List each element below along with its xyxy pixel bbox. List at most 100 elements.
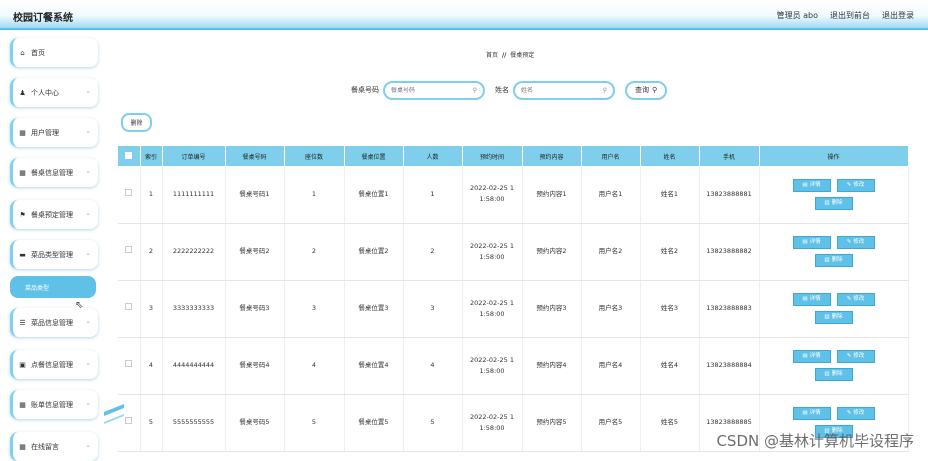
name-input[interactable] (521, 87, 601, 94)
edit-button[interactable]: ✎修改 (837, 407, 875, 420)
edit-button[interactable]: ✎修改 (837, 293, 875, 306)
delete-button[interactable]: ▥删除 (815, 311, 853, 324)
edit-button[interactable]: ✎修改 (837, 236, 875, 249)
row-checkbox[interactable] (118, 394, 140, 451)
cell-table_no: 餐桌号码2 (225, 223, 284, 280)
sidebar-item-1[interactable]: ♟个人中心⌄ (10, 78, 98, 107)
row-checkbox[interactable] (118, 166, 140, 223)
cell-time-line: 1:58:00 (463, 309, 522, 320)
detail-button[interactable]: ▤详情 (793, 293, 831, 306)
cell-content: 预约内容5 (522, 394, 581, 451)
current-user: 管理员 abo (777, 10, 818, 21)
sidebar-item-label: 账单信息管理 (31, 400, 73, 410)
delete-label: 删除 (832, 312, 843, 323)
row-checkbox[interactable] (118, 280, 140, 337)
cell-loc: 餐桌位置5 (344, 394, 403, 451)
cell-actions: ▤详情 ✎修改 ▥删除 (759, 166, 908, 223)
query-button-label: 查询 (635, 85, 649, 95)
cell-content: 预约内容1 (522, 166, 581, 223)
grid-icon: ▦ (19, 443, 26, 451)
chevron-down-icon: ⌄ (85, 399, 91, 407)
table-number-input[interactable] (391, 87, 471, 94)
table-number-field[interactable]: ⚲ (383, 81, 485, 100)
cell-seats: 2 (284, 223, 344, 280)
cell-time: 2022-02-25 11:58:00 (462, 337, 522, 394)
edit-button[interactable]: ✎修改 (837, 350, 875, 363)
cell-table_no: 餐桌号码4 (225, 337, 284, 394)
cell-idx: 1 (140, 166, 162, 223)
back-to-front-link[interactable]: 退出到前台 (830, 10, 870, 21)
row-checkbox[interactable] (118, 337, 140, 394)
cell-table_no: 餐桌号码3 (225, 280, 284, 337)
detail-label: 详情 (810, 237, 821, 248)
cell-idx: 3 (140, 280, 162, 337)
edit-button[interactable]: ✎修改 (837, 179, 875, 192)
cell-seats: 4 (284, 337, 344, 394)
action-row: ▤详情 ✎修改 (793, 293, 875, 306)
detail-button[interactable]: ▤详情 (793, 179, 831, 192)
cell-time: 2022-02-25 11:58:00 (462, 166, 522, 223)
cell-loc: 餐桌位置2 (344, 223, 403, 280)
sidebar-item-0[interactable]: ⌂首页 (10, 38, 98, 67)
cell-time-line: 1:58:00 (463, 194, 522, 205)
sidebar-item-8[interactable]: ▦账单信息管理⌄ (10, 390, 98, 419)
cell-name: 姓名5 (640, 394, 699, 451)
delete-button[interactable]: ▥删除 (815, 197, 853, 210)
action-row: ▤详情 ✎修改 (793, 407, 875, 420)
table-row: 22222222222餐桌号码22餐桌位置222022-02-25 11:58:… (118, 223, 908, 280)
cell-name: 姓名2 (640, 223, 699, 280)
query-button[interactable]: 查询 ⚲ (625, 81, 667, 100)
cell-idx: 2 (140, 223, 162, 280)
detail-label: 详情 (810, 294, 821, 305)
mouse-cursor-icon: ⇖ (75, 300, 83, 311)
sidebar-item-6[interactable]: ☰菜品信息管理⌄ (10, 308, 98, 337)
logout-link[interactable]: 退出登录 (882, 10, 914, 21)
cell-idx: 4 (140, 337, 162, 394)
col-header: 餐桌位置 (344, 146, 403, 166)
chevron-down-icon: ⌄ (85, 167, 91, 175)
edit-label: 修改 (853, 294, 864, 305)
batch-delete-button[interactable]: 删除 (121, 113, 152, 132)
cell-people: 1 (403, 166, 462, 223)
card-icon: ▬ (19, 251, 26, 259)
select-all-checkbox[interactable] (118, 146, 140, 166)
cell-phone: 13823888882 (699, 223, 759, 280)
cell-loc: 餐桌位置4 (344, 337, 403, 394)
cell-time: 2022-02-25 11:58:00 (462, 280, 522, 337)
col-header: 用户名 (581, 146, 640, 166)
delete-label: 删除 (832, 198, 843, 209)
col-header: 索引 (140, 146, 162, 166)
name-field[interactable]: ⚲ (513, 81, 615, 100)
submenu-item-dish-type[interactable]: 菜品类型 (10, 276, 96, 298)
cell-loc: 餐桌位置3 (344, 280, 403, 337)
sidebar-item-2[interactable]: ▦用户管理⌄ (10, 118, 98, 147)
edit-icon: ✎ (847, 237, 852, 248)
cell-people: 2 (403, 223, 462, 280)
detail-button[interactable]: ▤详情 (793, 236, 831, 249)
cell-time-line: 1:58:00 (463, 423, 522, 434)
edit-label: 修改 (853, 351, 864, 362)
row-checkbox[interactable] (118, 223, 140, 280)
detail-label: 详情 (810, 408, 821, 419)
sidebar-item-label: 菜品信息管理 (31, 318, 73, 328)
col-header: 手机 (699, 146, 759, 166)
breadcrumb-home[interactable]: 首页 (486, 52, 498, 59)
sidebar-item-4[interactable]: ⚑餐桌预定管理⌄ (10, 200, 98, 229)
sidebar-item-9[interactable]: ▦在线留言⌄ (10, 432, 98, 461)
edit-icon: ✎ (847, 294, 852, 305)
checkbox-icon (125, 152, 132, 159)
grid-icon: ▦ (19, 169, 26, 177)
cell-people: 3 (403, 280, 462, 337)
delete-button[interactable]: ▥删除 (815, 254, 853, 267)
checkbox-icon (125, 189, 132, 196)
col-header: 预约时间 (462, 146, 522, 166)
table-row: 33333333333餐桌号码33餐桌位置332022-02-25 11:58:… (118, 280, 908, 337)
detail-button[interactable]: ▤详情 (793, 407, 831, 420)
chevron-down-icon: ⌄ (85, 359, 91, 367)
sidebar-item-5[interactable]: ▬菜品类型管理⌄ (10, 240, 98, 269)
delete-button[interactable]: ▥删除 (815, 368, 853, 381)
sidebar-item-7[interactable]: ▣点餐信息管理⌄ (10, 350, 98, 379)
cell-name: 姓名1 (640, 166, 699, 223)
detail-button[interactable]: ▤详情 (793, 350, 831, 363)
sidebar-item-3[interactable]: ▦餐桌信息管理⌄ (10, 158, 98, 187)
